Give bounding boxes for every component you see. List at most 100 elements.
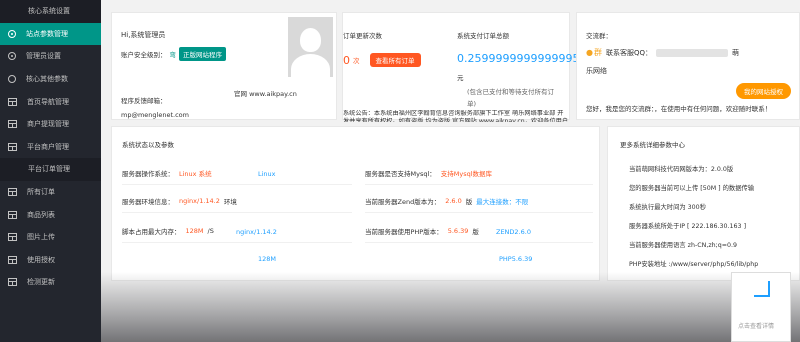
params-card: 更多系统详细参数中心 当前萌网科技代码网版本为：2.0.0版 您的服务器当前可以…	[607, 126, 800, 281]
param-line: 您的服务器当前可以上传 [50M ] 的数据传输	[629, 185, 755, 192]
sidebar-item-admin-settings[interactable]: 管理员设置	[0, 45, 101, 68]
sidebar-item-label: 站点参数管理	[26, 29, 68, 38]
server-label: 服务器环境信息：	[122, 197, 174, 206]
total-amount: 0.2599999999999995	[457, 52, 580, 65]
site-auth-button[interactable]: 我的网站授权	[736, 83, 791, 99]
status-title: 系统状态以及参数	[122, 141, 174, 149]
mysql-row: 服务器是否支持Mysql： 支持Mysql数据库	[365, 161, 593, 185]
official-site[interactable]: 官网 www.aikpay.cn	[234, 88, 297, 98]
total-unit: 元	[457, 74, 464, 82]
group-title: 交流群：	[586, 32, 612, 40]
php-row: 当前服务器使用PHP版本： 5.6.39 版	[365, 219, 593, 243]
grid-icon	[8, 210, 17, 219]
memory-value: 128M	[185, 226, 204, 235]
sidebar-item-withdraw[interactable]: 商户提现管理	[0, 113, 101, 136]
zend-unit: 版	[465, 197, 473, 206]
param-line: 当前萌网科技代码网版本为：2.0.0版	[629, 166, 734, 173]
sidebar-item-label: 商品列表	[27, 210, 55, 219]
memory-label: 脚本占用最大内存：	[122, 227, 181, 236]
mysql-value: 支持Mysql数据库	[440, 169, 493, 178]
sidebar-item-label: 图片上传	[27, 233, 55, 242]
sidebar-item-license[interactable]: 使用授权	[0, 249, 101, 272]
sidebar-item-check-update[interactable]: 检测更新	[0, 271, 101, 294]
sidebar-item-products[interactable]: 商品列表	[0, 203, 101, 226]
zend-link: 最大连接数：不限	[476, 197, 529, 206]
feedback-email[interactable]: mp@menglenet.com	[121, 111, 189, 119]
sidebar-item-label: 管理员设置	[26, 52, 61, 61]
sidebar: 核心系统设置 站点参数管理 管理员设置 核心其他参数 首页导航管理 商户提现管理…	[0, 0, 101, 342]
brand-suffix: 萌	[732, 48, 740, 57]
circle-icon	[8, 29, 16, 38]
main-content: Hi,系统管理员 账户安全级别： 弯 正版网站程序 官网 www.aikpay.…	[101, 0, 800, 342]
security-label: 账户安全级别：	[121, 51, 167, 59]
grid-icon	[8, 97, 17, 106]
avatar	[288, 17, 333, 77]
os-row: 服务器操作系统： Linux 系统	[122, 161, 352, 185]
sidebar-item-site-params[interactable]: 站点参数管理	[0, 22, 101, 46]
server-value: nginx/1.14.2	[179, 196, 220, 205]
feedback-label: 程序反馈邮箱：	[121, 97, 167, 105]
system-status-card: 系统状态以及参数 服务器操作系统： Linux 系统 Linux 服务器环境信息…	[111, 126, 600, 281]
zend-row: 当前服务器Zend版本为： 2.6.0 版 最大连接数：不限	[365, 189, 593, 213]
user-icon	[8, 75, 16, 84]
mysql-label: 服务器是否支持Mysql：	[365, 169, 436, 178]
sidebar-item-home-nav[interactable]: 首页导航管理	[0, 90, 101, 113]
sidebar-item-label: 核心其他参数	[26, 75, 68, 84]
sidebar-item-label: 平台商户管理	[27, 142, 69, 151]
zend-value: 2.6.0	[445, 196, 462, 205]
security-row: 账户安全级别： 弯 正版网站程序	[121, 47, 226, 61]
hello-text: 您好，我是您的交流群：，在使用中有任何问题，欢迎随时联系！	[586, 105, 772, 113]
sidebar-item-merchants[interactable]: 平台商户管理	[0, 136, 101, 159]
floating-widget-text: 点击查看详情	[738, 323, 775, 330]
sidebar-item-label: 使用授权	[27, 255, 55, 264]
status-dot-icon: ●	[586, 48, 593, 57]
sidebar-item-label: 检测更新	[27, 278, 55, 287]
status-tag: 群	[593, 48, 602, 57]
sidebar-item-all-orders[interactable]: 所有订单	[0, 181, 101, 204]
qq-label: 联系客服QQ：	[605, 48, 653, 57]
grid-icon	[8, 142, 17, 151]
total-label: 系统支付订单总额	[457, 32, 509, 40]
sidebar-item-label: 核心系统设置	[28, 7, 70, 16]
php-value: 5.6.39	[447, 226, 469, 235]
sidebar-item-label: 所有订单	[27, 188, 55, 197]
sidebar-item-core-other[interactable]: 核心其他参数	[0, 68, 101, 91]
admin-card: Hi,系统管理员 账户安全级别： 弯 正版网站程序 官网 www.aikpay.…	[111, 12, 337, 120]
announcement: 系统公告：本系统由福州区李翰育信息咨询服务部旗下工作室 萌乐网络事业部 开发并享…	[343, 110, 569, 122]
total-note: (包含已支付和等待支付所有订单)	[467, 88, 555, 108]
pending-unit: 次	[353, 57, 360, 65]
param-line: 系统执行最大时间为 300秒	[629, 204, 706, 211]
memory-right: nginx/1.14.2	[236, 228, 277, 236]
params-title: 更多系统详细参数中心	[620, 141, 685, 149]
server-row: 服务器环境信息： nginx/1.14.2 环境	[122, 189, 352, 213]
circle-icon	[8, 52, 16, 61]
grid-icon	[8, 233, 17, 242]
grid-icon	[8, 278, 17, 287]
floating-widget[interactable]: 点击查看详情	[731, 272, 791, 342]
os-value: Linux 系统	[179, 169, 212, 178]
sidebar-group-orders[interactable]: 平台订单管理	[0, 158, 101, 181]
sidebar-group-core-settings[interactable]: 核心系统设置	[0, 0, 101, 23]
php-right: ZEND2.6.0	[496, 228, 531, 236]
os-label: 服务器操作系统：	[122, 169, 174, 178]
os-right: Linux	[258, 170, 276, 178]
pending-count: 0	[343, 53, 350, 67]
sidebar-item-image-upload[interactable]: 图片上传	[0, 226, 101, 249]
pending-label: 订单更新次数	[343, 32, 382, 40]
param-line: 服务器系统所处于IP [ 222.186.30.163 ]	[629, 223, 747, 230]
qq-row: ● 群 联系客服QQ： 萌	[586, 47, 739, 58]
security-level: 弯	[169, 51, 177, 59]
qq-redacted	[656, 48, 729, 57]
brand-line2: 乐网络	[586, 67, 607, 75]
memory-bottom: 128M	[258, 255, 277, 263]
param-line: 当前服务器使用语言 zh-CN,zh;q=0.9	[629, 242, 738, 249]
server-suffix: 环境	[223, 197, 237, 206]
pending-row: 0 次 查看所有订单	[343, 53, 421, 67]
grid-icon	[8, 188, 17, 197]
genuine-badge[interactable]: 正版网站程序	[179, 47, 226, 61]
greeting: Hi,系统管理员	[121, 31, 166, 39]
php-bottom: PHP5.6.39	[499, 255, 533, 263]
view-orders-button[interactable]: 查看所有订单	[369, 53, 421, 67]
sidebar-item-label: 首页导航管理	[27, 97, 69, 106]
orders-card: 订单更新次数 0 次 查看所有订单 系统支付订单总额 0.25999999999…	[342, 12, 579, 122]
